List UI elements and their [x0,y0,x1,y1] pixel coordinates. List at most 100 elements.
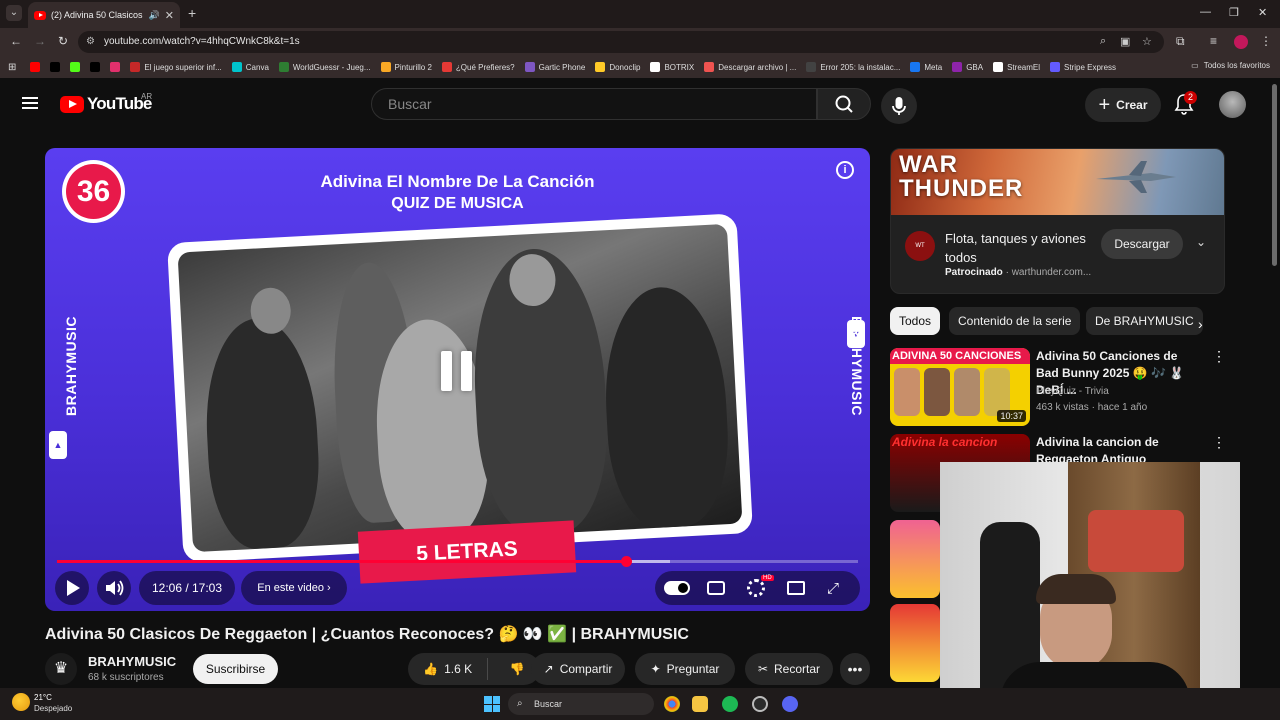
bookmark-star-icon[interactable]: ☆ [1142,35,1152,48]
bookmark-item[interactable]: StreamEl [993,62,1040,72]
youtube-logo[interactable]: YouTube [60,94,152,114]
spotify-icon[interactable] [722,696,738,712]
like-button[interactable]: 👍 1.6 K [408,658,489,680]
search-box[interactable] [371,88,817,120]
restore-icon[interactable]: ❐ [1229,6,1239,19]
voice-search-button[interactable] [881,88,917,124]
ad-card[interactable]: WAR THUNDER WT Flota, tanques y aviones … [890,148,1225,294]
obs-icon[interactable] [752,696,768,712]
weather-sun-icon[interactable] [12,693,30,711]
bookmark-favicon-icon [231,62,242,72]
bookmark-item[interactable] [110,62,121,72]
subtitles-icon[interactable] [707,581,725,595]
bookmark-item[interactable] [70,62,81,72]
bookmark-item[interactable]: Descargar archivo | ... [704,62,796,72]
chip-todos[interactable]: Todos [890,307,941,335]
chip-channel[interactable]: De BRAHYMUSIC [1086,307,1203,335]
all-favorites-folder[interactable]: ▭ Todos los favoritos [1191,61,1270,70]
reading-list-icon[interactable]: ≡ [1210,34,1217,48]
progress-bar[interactable] [57,556,858,567]
recommendation-thumbnail[interactable]: ADIVINA 50 CANCIONES 10:37 [890,348,1030,426]
reload-icon[interactable]: ↻ [58,34,68,48]
ask-button[interactable]: ✦ Preguntar [635,653,735,685]
search-button[interactable] [817,88,871,120]
page-scrollbar[interactable] [1272,84,1277,266]
progress-scrubber[interactable] [620,556,632,567]
channel-avatar[interactable]: ♛ [45,653,77,685]
bookmark-item[interactable]: WorldGuessr - Jueg... [278,62,371,72]
search-input[interactable] [386,95,806,113]
play-button[interactable] [55,571,89,605]
recommendation-thumbnail[interactable] [890,604,940,682]
bookmark-item[interactable]: Donoclip [595,62,640,72]
address-bar[interactable]: ⚙ youtube.com/watch?v=4hhqCWnkC8k&t=1s ⌕… [78,31,1164,53]
thumb-face [894,368,920,416]
chrome-icon[interactable] [664,696,680,712]
more-vertical-icon[interactable]: ⋮ [1212,434,1226,451]
recommendation-item[interactable]: ADIVINA 50 CANCIONES 10:37 Adivina 50 Ca… [890,348,1226,430]
bookmark-item[interactable]: Meta [910,62,942,72]
bookmark-item[interactable]: Stripe Express [1050,62,1116,72]
clip-button[interactable]: ✂ Recortar [745,653,833,685]
profile-icon[interactable] [1234,35,1248,49]
fullscreen-icon[interactable]: ⤢ [827,580,839,597]
pause-icon[interactable] [411,336,501,412]
thumb-face [954,368,980,416]
cast-icon[interactable]: ▣ [1120,35,1130,48]
subscribe-button[interactable]: Suscribirse [193,654,278,684]
site-info-icon[interactable]: ⚙ [86,36,98,48]
chapters-button[interactable]: En este video › [241,571,347,605]
video-player[interactable]: 36 Adivina El Nombre De La Canción QUIZ … [45,148,870,611]
bookmark-favicon-icon [441,62,452,72]
taskbar-search[interactable]: ⌕ Buscar [508,693,654,715]
browser-tab[interactable]: (2) Adivina 50 Clasicos De R 🔊 ✕ [28,2,180,28]
recommendation-thumbnail[interactable] [890,520,940,598]
channel-name[interactable]: BRAHYMUSIC [88,654,176,669]
more-vertical-icon[interactable]: ⋮ [1212,348,1226,365]
apps-grid-icon[interactable]: ⊞ [8,62,16,73]
chips-next-icon[interactable]: › [1198,316,1203,332]
forward-arrow-icon[interactable]: → [34,34,46,48]
theater-mode-icon[interactable] [787,581,805,595]
windows-start-icon[interactable] [484,696,500,712]
minimize-icon[interactable]: — [1200,6,1211,18]
bookmark-item[interactable]: Error 205: la instalac... [806,62,900,72]
side-brand-right: BRAHYMUSIC [848,316,865,416]
menu-icon[interactable] [22,97,38,109]
browser-menu-icon[interactable]: ⋮ [1260,34,1272,48]
chip-series[interactable]: Contenido de la serie [949,307,1081,335]
file-explorer-icon[interactable] [692,696,708,712]
bookmark-item[interactable]: GBA [952,62,983,72]
recommendation-channel[interactable]: PlayQuiz - Trivia [1036,384,1109,400]
create-button[interactable]: + Crear [1085,88,1161,122]
bookmark-item[interactable]: Gartic Phone [524,62,585,72]
tab-search-button[interactable]: ⌄ [6,5,22,21]
back-arrow-icon[interactable]: ← [10,34,22,48]
window-close-icon[interactable]: ✕ [1258,6,1267,19]
bookmark-item[interactable] [50,62,61,72]
more-actions-button[interactable]: ••• [840,653,870,685]
close-tab-icon[interactable]: ✕ [165,9,174,22]
autoplay-toggle[interactable] [664,581,690,595]
speaker-icon[interactable]: 🔊 [149,10,160,21]
bookmark-item[interactable]: Pinturillo 2 [380,62,432,72]
bookmark-item[interactable] [30,62,41,72]
zoom-icon[interactable]: ⌕ [1100,35,1106,48]
volume-button[interactable] [97,571,131,605]
extensions-icon[interactable]: ⧉ [1176,34,1185,49]
bookmark-item[interactable] [90,62,101,72]
bookmark-item[interactable]: BOTRIX [650,62,694,72]
bookmark-item[interactable]: Canva [231,62,269,72]
share-button[interactable]: ↗ Compartir [531,653,625,685]
account-avatar[interactable] [1219,91,1246,118]
chevron-down-icon[interactable]: ⌄ [1196,235,1206,249]
bookmark-item[interactable]: ¿Qué Prefieres? [441,62,515,72]
recommendation-title[interactable]: Adivina la cancion de Reggaeton Antiguo [1036,434,1196,464]
settings-gear-icon[interactable] [747,579,765,597]
discord-icon[interactable] [782,696,798,712]
ad-download-button[interactable]: Descargar [1101,229,1183,259]
new-tab-button[interactable]: + [188,5,196,21]
bookmark-favicon-icon [650,62,661,72]
info-icon[interactable]: i [836,161,854,179]
bookmark-item[interactable]: El juego superior inf... [130,62,222,72]
